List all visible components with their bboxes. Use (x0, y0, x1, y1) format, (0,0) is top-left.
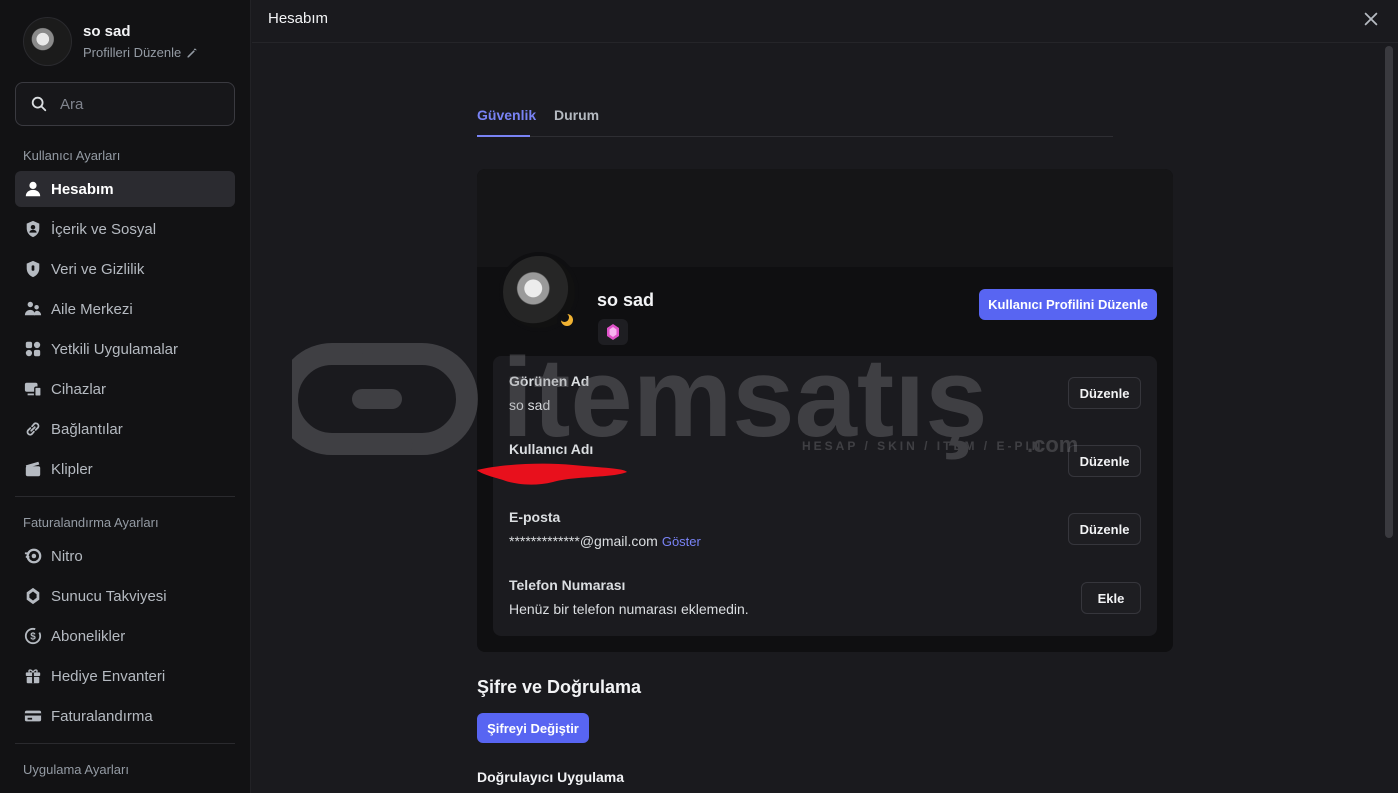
close-icon[interactable] (1362, 10, 1380, 28)
sidebar-item-data-privacy[interactable]: Veri ve Gizlilik (15, 251, 235, 287)
tab-label: Durum (554, 107, 600, 123)
settings-sidebar: so sad Profilleri Düzenle Kullanıcı Ayar… (0, 0, 251, 793)
sidebar-item-label: Aile Merkezi (51, 300, 133, 318)
edit-username-button[interactable]: Düzenle (1068, 445, 1141, 477)
sidebar-item-gift-inventory[interactable]: Hediye Envanteri (15, 658, 235, 694)
account-card: so sad Kullanıcı Profilini Düzenle Görün… (477, 169, 1173, 652)
edit-profiles-link[interactable]: Profilleri Düzenle (83, 45, 198, 60)
search-input[interactable] (60, 95, 220, 113)
tab-active-indicator (477, 135, 530, 137)
settings-window: so sad Profilleri Düzenle Kullanıcı Ayar… (0, 0, 1398, 793)
subscription-icon: $ (23, 626, 43, 646)
account-tabs: Güvenlik Durum (477, 104, 1113, 137)
sidebar-item-label: Faturalandırma (51, 707, 153, 725)
search-icon (31, 96, 47, 112)
sidebar-item-label: Cihazlar (51, 380, 107, 398)
username-label: Kullanıcı Adı (509, 441, 594, 457)
sidebar-item-content-social[interactable]: İçerik ve Sosyal (15, 211, 235, 247)
user-settings-header: Kullanıcı Ayarları (23, 148, 121, 163)
profile-name: so sad (83, 23, 131, 40)
tab-status[interactable]: Durum (554, 107, 599, 123)
sidebar-item-label: Yetkili Uygulamalar (51, 340, 179, 358)
family-icon (23, 299, 43, 319)
nitro-gem-badge-icon[interactable] (598, 319, 628, 345)
app-settings-header: Uygulama Ayarları (23, 762, 129, 777)
sidebar-item-label: Sunucu Takviyesi (51, 587, 167, 605)
card-display-name: so sad (597, 290, 655, 310)
apps-icon (23, 339, 43, 359)
sidebar-item-label: Abonelikler (51, 627, 126, 645)
link-icon (23, 419, 43, 439)
authenticator-app-heading: Doğrulayıcı Uygulama (477, 769, 625, 785)
sidebar-item-server-boost[interactable]: Sunucu Takviyesi (15, 578, 235, 614)
sidebar-item-subscriptions[interactable]: $ Abonelikler (15, 618, 235, 654)
edit-email-button[interactable]: Düzenle (1068, 513, 1141, 545)
sidebar-item-billing[interactable]: Faturalandırma (15, 698, 235, 734)
sidebar-item-label: Hesabım (51, 180, 114, 198)
sidebar-item-label: Klipler (51, 460, 93, 478)
boost-icon (23, 586, 43, 606)
sidebar-divider (15, 743, 235, 744)
email-label: E-posta (509, 509, 561, 525)
display-name-label: Görünen Ad (509, 373, 590, 389)
devices-icon (23, 379, 43, 399)
card-icon (23, 706, 43, 726)
shield-icon (23, 259, 43, 279)
display-name-value: so sad (509, 397, 551, 413)
phone-label: Telefon Numarası (509, 577, 626, 593)
edit-user-profile-button[interactable]: Kullanıcı Profilini Düzenle (979, 289, 1157, 320)
sidebar-item-connections[interactable]: Bağlantılar (15, 411, 235, 447)
show-email-link[interactable]: Göster (662, 534, 701, 549)
page-title: Hesabım (268, 10, 329, 27)
sidebar-item-authorized-apps[interactable]: Yetkili Uygulamalar (15, 331, 235, 367)
user-icon (23, 179, 43, 199)
search-box[interactable] (15, 82, 235, 126)
scrollbar[interactable] (1385, 46, 1393, 538)
phone-value: Henüz bir telefon numarası eklemedin. (509, 601, 749, 617)
add-phone-button[interactable]: Ekle (1081, 582, 1141, 614)
idle-status-icon (557, 310, 577, 330)
edit-profiles-label: Profilleri Düzenle (83, 45, 182, 60)
settings-content: Hesabım Güvenlik Durum so sad Kullanıcı … (252, 0, 1398, 793)
gift-icon (23, 666, 43, 686)
profile-banner (477, 169, 1173, 267)
sidebar-item-devices[interactable]: Cihazlar (15, 371, 235, 407)
sidebar-item-family-center[interactable]: Aile Merkezi (15, 291, 235, 327)
sidebar-item-nitro[interactable]: Nitro (15, 538, 235, 574)
svg-text:$: $ (30, 632, 36, 643)
billing-settings-header: Faturalandırma Ayarları (23, 515, 159, 530)
nitro-icon (23, 546, 43, 566)
profile-header[interactable]: so sad Profilleri Düzenle (23, 17, 198, 66)
tab-security[interactable]: Güvenlik (477, 107, 536, 123)
redaction-scribble (477, 463, 627, 485)
avatar[interactable] (23, 17, 72, 66)
shield-user-icon (23, 219, 43, 239)
sidebar-item-label: Nitro (51, 547, 83, 565)
email-value: *************@gmail.com (509, 533, 658, 549)
sidebar-item-label: Veri ve Gizlilik (51, 260, 145, 278)
clapper-icon (23, 459, 43, 479)
edit-display-name-button[interactable]: Düzenle (1068, 377, 1141, 409)
password-auth-heading: Şifre ve Doğrulama (477, 677, 642, 697)
sidebar-divider (15, 496, 235, 497)
pencil-icon (187, 48, 197, 57)
sidebar-item-label: İçerik ve Sosyal (51, 220, 157, 238)
sidebar-item-label: Hediye Envanteri (51, 667, 166, 685)
sidebar-item-clips[interactable]: Klipler (15, 451, 235, 487)
account-info-box: Görünen Ad so sad Düzenle Kullanıcı Adı … (477, 356, 1157, 636)
content-header: Hesabım (252, 0, 1398, 43)
change-password-button[interactable]: Şifreyi Değiştir (477, 713, 589, 743)
tab-label: Güvenlik (477, 107, 537, 123)
sidebar-item-my-account[interactable]: Hesabım (15, 171, 235, 207)
sidebar-item-label: Bağlantılar (51, 420, 123, 438)
email-value-row: *************@gmail.com Göster (509, 533, 701, 549)
